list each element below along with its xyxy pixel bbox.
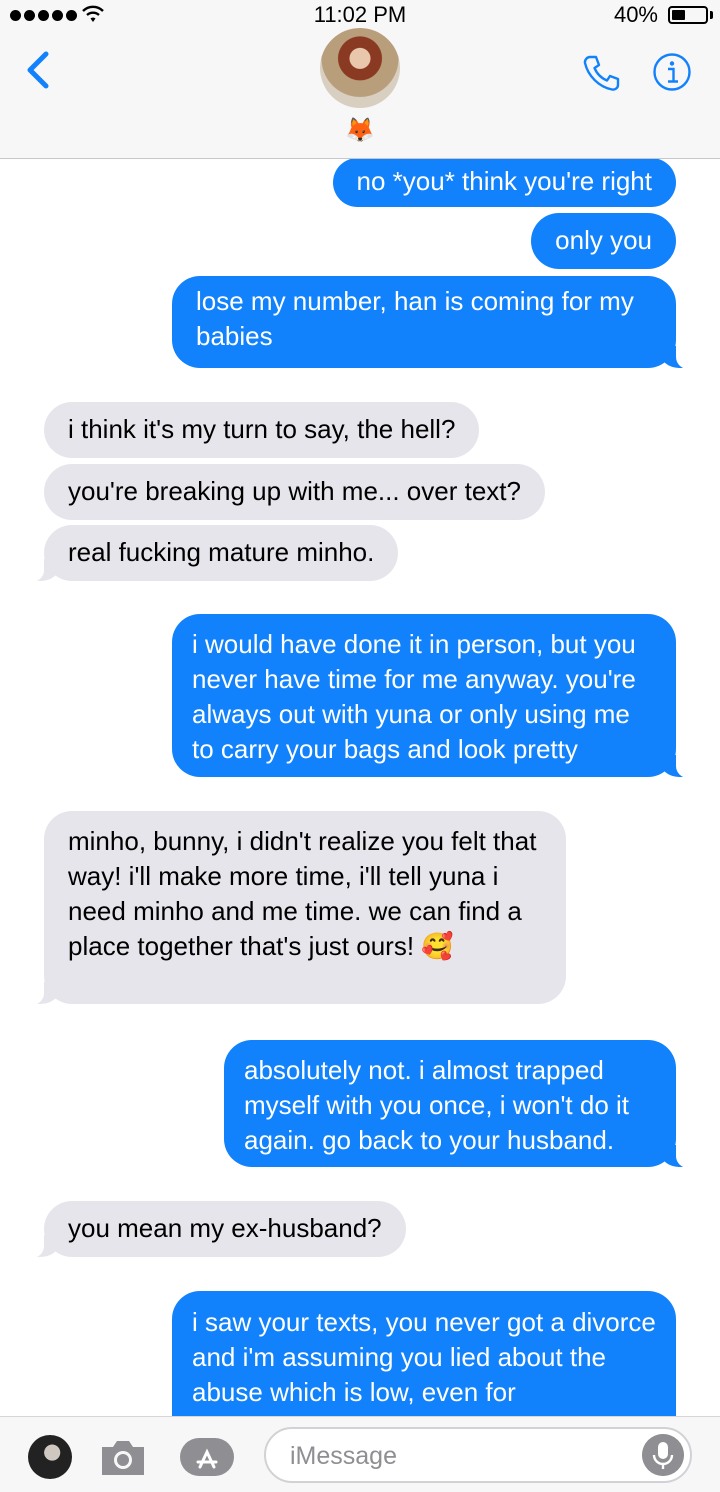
message-bubble[interactable]: lose my number, han is coming for my bab…: [172, 276, 694, 369]
info-icon[interactable]: [652, 52, 692, 92]
message-input-placeholder: iMessage: [290, 1442, 397, 1470]
message-bubble[interactable]: you're breaking up with me... over text?: [44, 464, 545, 520]
message-bubble[interactable]: real fucking mature minho.: [25, 525, 399, 582]
app-store-icon[interactable]: [178, 1437, 236, 1477]
memoji-avatar-icon[interactable]: [28, 1435, 72, 1479]
conversation-header: 11:02 PM 40% 🦊: [0, 0, 720, 159]
message-bubble[interactable]: minho, bunny, i didn't realize you felt …: [26, 811, 566, 1005]
message-input-bar: iMessage: [0, 1416, 720, 1492]
contact-name-emoji[interactable]: 🦊: [0, 116, 720, 145]
message-bubble[interactable]: no *you* think you're right: [332, 158, 676, 207]
battery-percent: 40%: [613, 2, 658, 27]
battery-cap: [710, 11, 713, 19]
message-bubble[interactable]: i think it's my turn to say, the hell?: [44, 402, 480, 458]
microphone-icon[interactable]: [642, 1434, 684, 1476]
phone-icon[interactable]: [582, 54, 622, 92]
message-thread: no *you* think you're right only you los…: [0, 0, 720, 1491]
message-bubble[interactable]: only you: [531, 213, 676, 269]
message-bubble[interactable]: i would have done it in person, but you …: [172, 614, 694, 778]
message-input[interactable]: iMessage: [264, 1427, 692, 1483]
contact-avatar[interactable]: [320, 28, 400, 108]
message-bubble[interactable]: you mean my ex-husband?: [26, 1201, 406, 1258]
camera-icon[interactable]: [98, 1437, 148, 1479]
battery-icon: [668, 6, 708, 24]
status-time: 11:02 PM: [313, 2, 407, 27]
chevron-left-icon[interactable]: [22, 48, 54, 92]
message-bubble[interactable]: absolutely not. i almost trapped myself …: [224, 1040, 694, 1168]
